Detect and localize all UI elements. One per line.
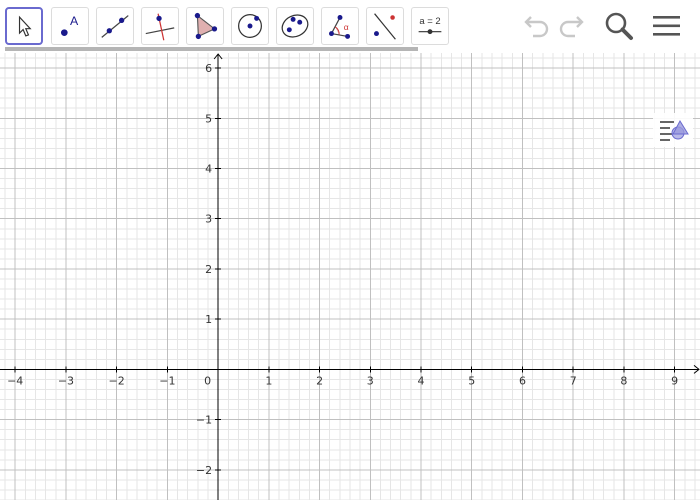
point-label-icon: A xyxy=(61,14,79,36)
line-tool-button[interactable] xyxy=(96,7,134,45)
polygon-tool-button[interactable] xyxy=(186,7,224,45)
move-tool-button[interactable] xyxy=(5,7,43,45)
x-tick-label: 3 xyxy=(367,374,374,387)
angle-icon: α xyxy=(329,15,351,39)
y-tick-label: 5 xyxy=(205,112,212,125)
angle-tool-button[interactable]: α xyxy=(321,7,359,45)
conic-tool-button[interactable] xyxy=(276,7,314,45)
slider-icon: a = 2 xyxy=(418,16,442,35)
y-tick-label: 1 xyxy=(205,313,212,326)
x-tick-label: 6 xyxy=(519,374,526,387)
reflect-about-line-icon xyxy=(374,13,396,40)
x-tick-label: −2 xyxy=(109,374,125,387)
menu-button[interactable] xyxy=(648,8,684,44)
x-tick-label: 0 xyxy=(204,374,211,387)
undo-button[interactable] xyxy=(518,8,554,44)
x-tick-label: 4 xyxy=(418,374,425,387)
ellipse-icon xyxy=(281,14,309,38)
hamburger-menu-icon xyxy=(653,16,680,36)
style-bar-toggle-button[interactable] xyxy=(653,113,693,147)
x-tick-label: −1 xyxy=(159,374,175,387)
x-tick-label: 7 xyxy=(570,374,577,387)
point-tool-label: A xyxy=(70,14,79,28)
line-through-points-icon xyxy=(101,15,129,38)
x-tick-label: −3 xyxy=(58,374,74,387)
y-tick-label: 3 xyxy=(205,213,212,226)
x-tick-label: 5 xyxy=(468,374,475,387)
x-tick-label: 2 xyxy=(316,374,323,387)
x-tick-label: −4 xyxy=(7,374,23,387)
toolbar: A α a = 2 xyxy=(0,0,700,53)
y-tick-label: −2 xyxy=(196,464,212,477)
x-tick-label: 8 xyxy=(620,374,627,387)
y-tick-label: 6 xyxy=(205,62,212,75)
search-icon xyxy=(605,12,633,40)
perpendicular-line-icon xyxy=(145,13,175,41)
point-tool-button[interactable]: A xyxy=(51,7,89,45)
slider-tool-button[interactable]: a = 2 xyxy=(411,7,449,45)
y-tick-label: 4 xyxy=(205,163,212,176)
reflect-tool-button[interactable] xyxy=(366,7,404,45)
y-tick-label: −1 xyxy=(196,414,212,427)
redo-icon xyxy=(559,16,584,38)
x-tick-label: 9 xyxy=(671,374,678,387)
circle-center-point-icon xyxy=(238,14,262,38)
redo-button[interactable] xyxy=(554,8,590,44)
circle-tool-button[interactable] xyxy=(231,7,269,45)
x-tick-label: 1 xyxy=(265,374,272,387)
angle-tool-label: α xyxy=(344,22,349,32)
slider-tool-label: a = 2 xyxy=(419,16,440,27)
perpendicular-line-tool-button[interactable] xyxy=(141,7,179,45)
undo-icon xyxy=(524,16,549,38)
graphics-view[interactable]: −4 −3 −2 −1 0 1 2 3 4 5 6 7 8 9 6 5 4 3 2 1 −1 −2 xyxy=(0,53,700,500)
style-bar-toggle-icon xyxy=(660,119,689,141)
toolbar-scroll-indicator xyxy=(5,47,418,51)
arrow-cursor-icon xyxy=(18,15,32,37)
coordinate-plane[interactable]: −4 −3 −2 −1 0 1 2 3 4 5 6 7 8 9 6 5 4 3 2 1 −1 −2 xyxy=(0,53,700,500)
polygon-icon xyxy=(194,12,218,40)
search-button[interactable] xyxy=(601,8,637,44)
y-tick-label: 2 xyxy=(205,263,212,276)
